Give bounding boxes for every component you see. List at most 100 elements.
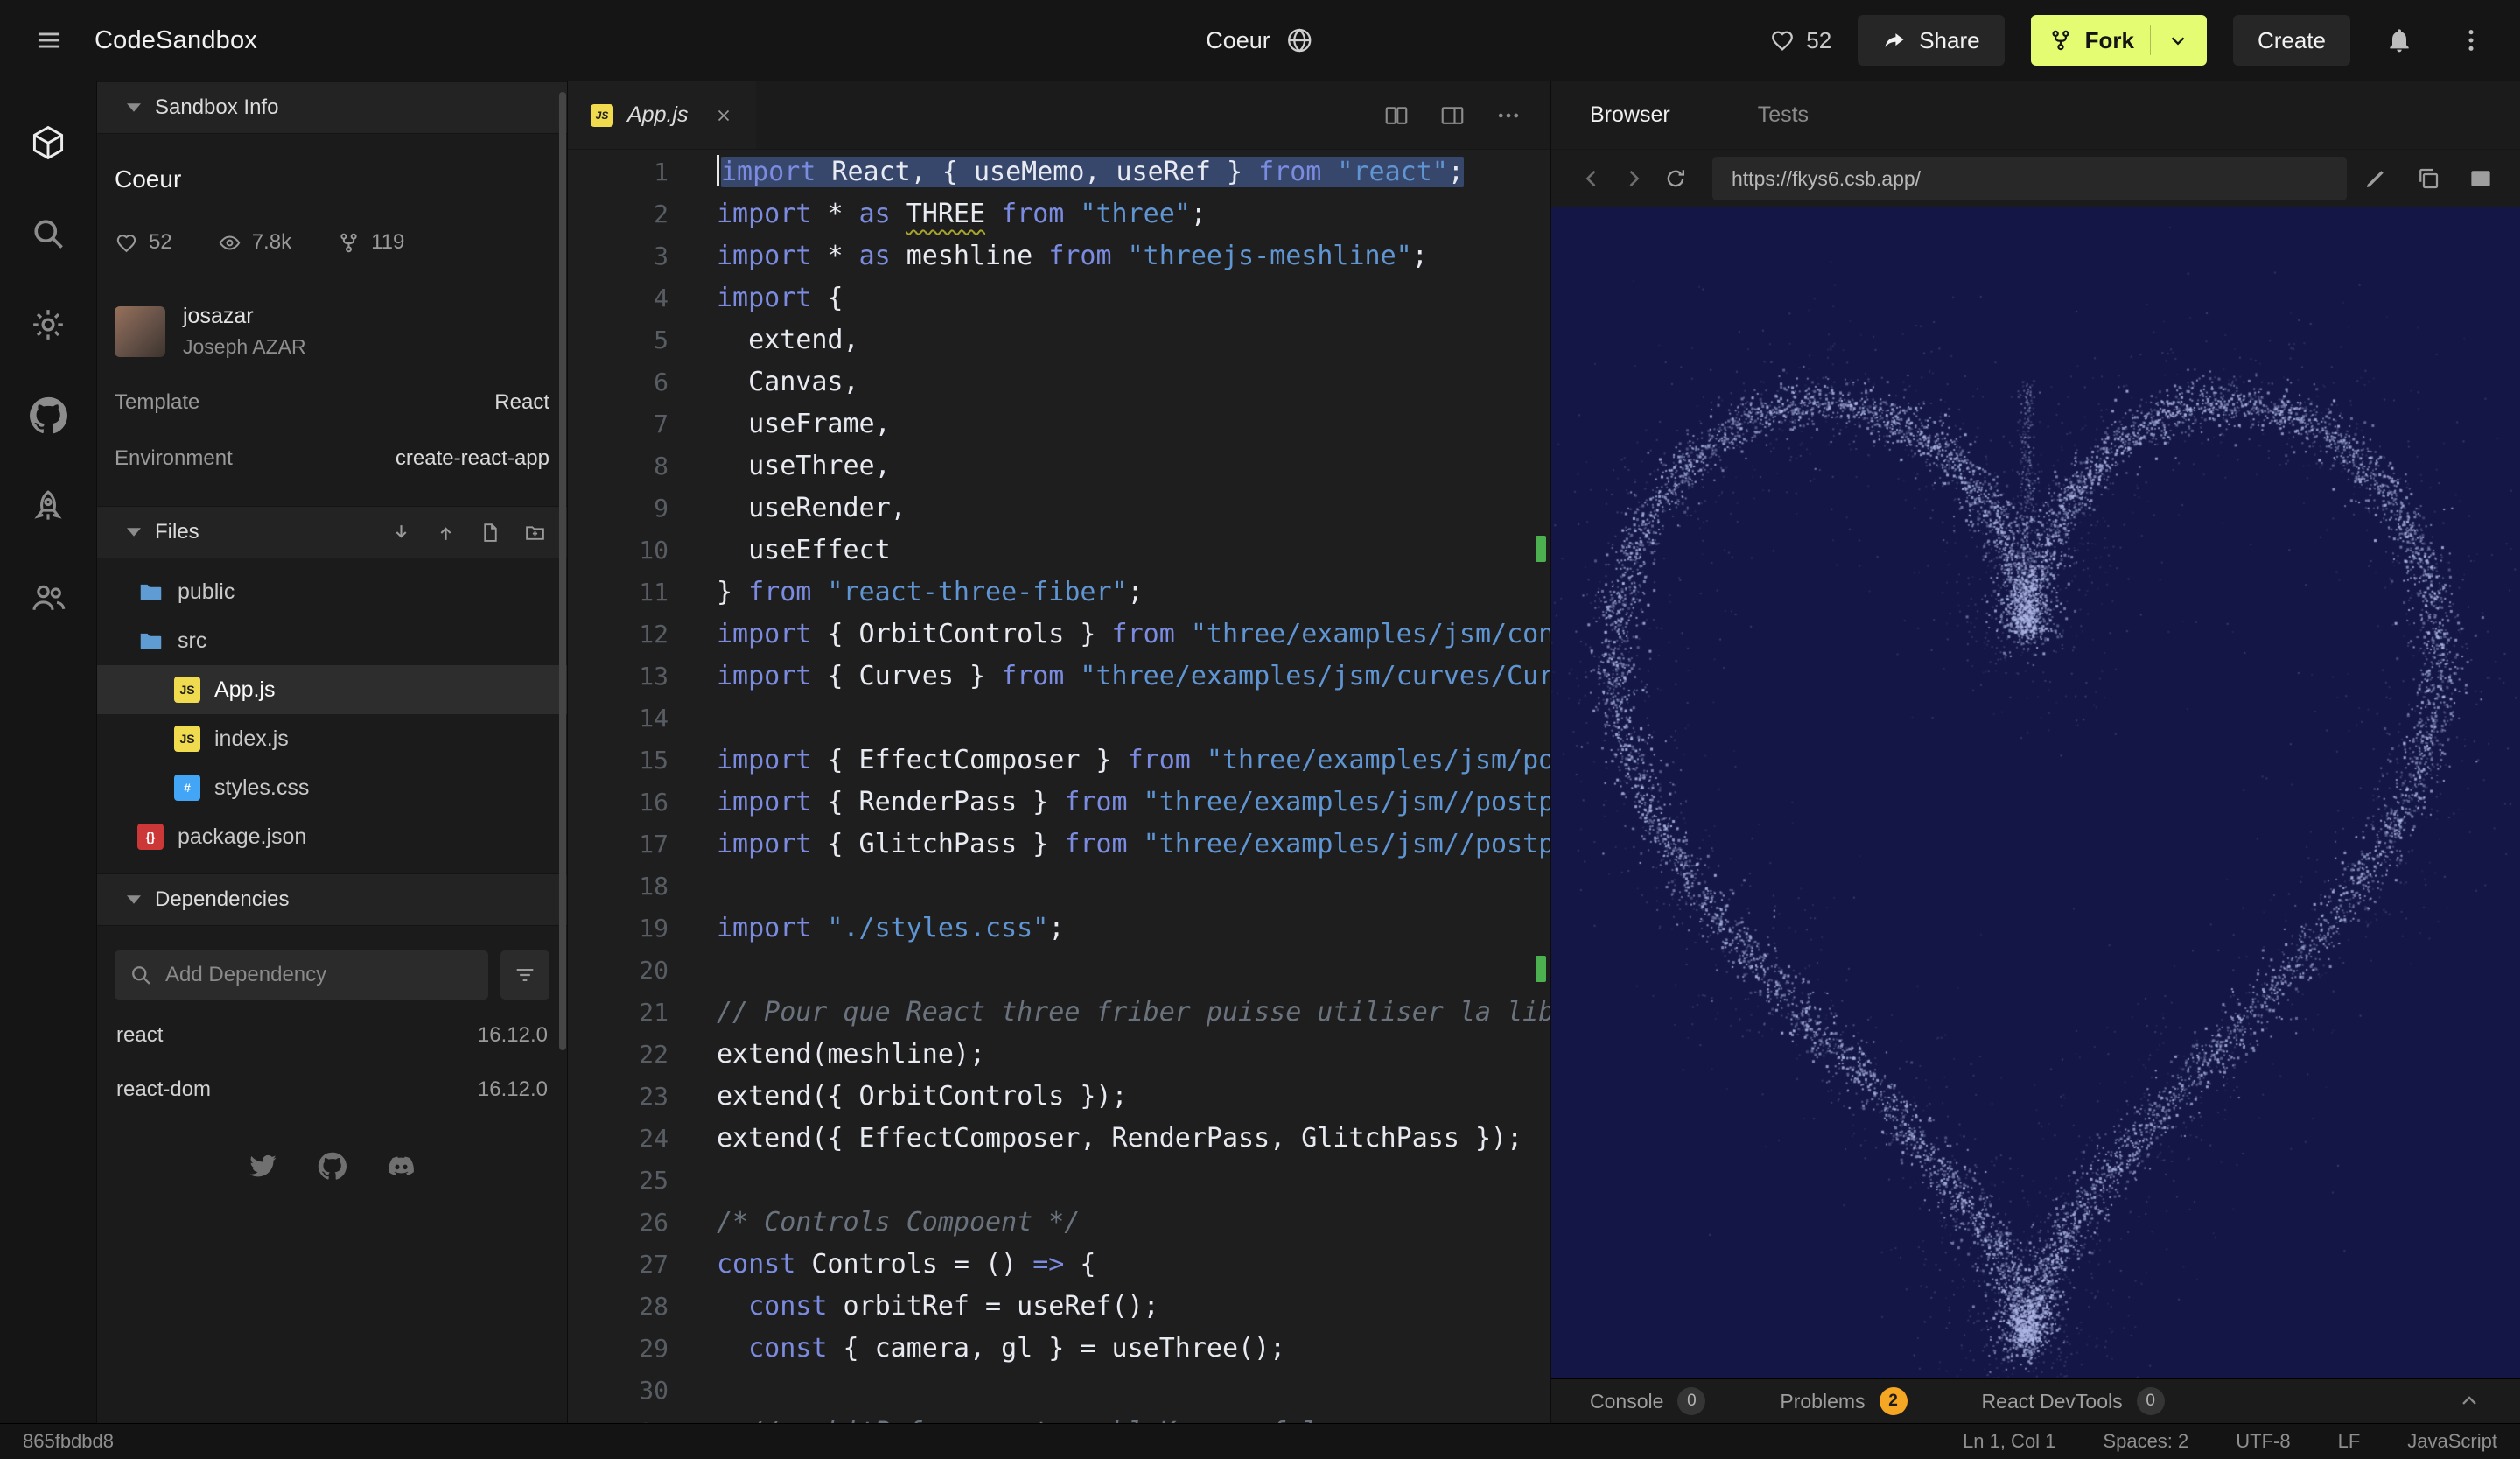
line-text[interactable]	[717, 866, 1550, 908]
code-line[interactable]: 3 import * as meshline from "threejs-mesh…	[568, 235, 1550, 277]
line-text[interactable]: import "./styles.css";	[717, 908, 1550, 950]
line-text[interactable]: useThree,	[717, 445, 1550, 488]
status-item[interactable]: LF	[2338, 1430, 2361, 1453]
menu-button[interactable]	[26, 18, 72, 63]
status-item[interactable]: UTF-8	[2236, 1430, 2290, 1453]
code-line[interactable]: 20	[568, 950, 1550, 992]
code-line[interactable]: 21 // Pour que React three friber puisse …	[568, 992, 1550, 1034]
ellipsis-menu-icon[interactable]	[1495, 102, 1522, 129]
discord-icon[interactable]	[387, 1152, 416, 1181]
preview-canvas[interactable]	[1551, 207, 2520, 1378]
code-line[interactable]: 15 import { EffectComposer } from "three/…	[568, 740, 1550, 782]
code-line[interactable]: 23 extend({ OrbitControls });	[568, 1076, 1550, 1118]
line-text[interactable]: import * as THREE from "three";	[717, 193, 1550, 235]
duplicate-icon[interactable]	[2415, 165, 2441, 192]
line-text[interactable]: import {	[717, 277, 1550, 319]
status-item[interactable]: JavaScript	[2407, 1430, 2497, 1453]
rail-sandbox-button[interactable]	[0, 97, 96, 188]
line-text[interactable]: import { OrbitControls } from "three/exa…	[717, 614, 1550, 656]
file-item-package-json[interactable]: {} package.json	[97, 812, 567, 861]
line-text[interactable]: extend({ EffectComposer, RenderPass, Gli…	[717, 1118, 1550, 1160]
line-text[interactable]	[717, 698, 1550, 740]
line-text[interactable]: const { camera, gl } = useThree();	[717, 1328, 1550, 1370]
line-text[interactable]: } from "react-three-fiber";	[717, 572, 1550, 614]
code-line[interactable]: 28 const orbitRef = useRef();	[568, 1286, 1550, 1328]
rail-search-button[interactable]	[0, 188, 96, 279]
devtools-tab-console[interactable]: Console 0	[1590, 1387, 1706, 1415]
line-text[interactable]: // orbitRef.current.enableKeys = false;	[717, 1412, 1550, 1423]
line-text[interactable]: useEffect	[717, 530, 1550, 572]
tab-tests[interactable]: Tests	[1758, 102, 1809, 128]
dependency-list-button[interactable]	[500, 950, 550, 1000]
code-line[interactable]: 17 import { GlitchPass } from "three/exam…	[568, 824, 1550, 866]
rail-settings-button[interactable]	[0, 279, 96, 370]
new-file-icon[interactable]	[480, 522, 501, 544]
code-line[interactable]: 27 const Controls = () => {	[568, 1244, 1550, 1286]
author-block[interactable]: josazar Joseph AZAR	[115, 304, 550, 359]
twitter-icon[interactable]	[248, 1152, 277, 1181]
code-line[interactable]: 8 useThree,	[568, 445, 1550, 488]
line-text[interactable]: Canvas,	[717, 361, 1550, 403]
add-dependency-input[interactable]	[115, 950, 488, 1000]
line-text[interactable]: useFrame,	[717, 403, 1550, 445]
line-text[interactable]: import { GlitchPass } from "three/exampl…	[717, 824, 1550, 866]
code-line[interactable]: 30	[568, 1370, 1550, 1412]
line-text[interactable]: import { Curves } from "three/examples/j…	[717, 656, 1550, 698]
code-line[interactable]: 14	[568, 698, 1550, 740]
dependency-row-react-dom[interactable]: react-dom 16.12.0	[97, 1063, 567, 1117]
screwdriver-icon[interactable]	[2362, 165, 2389, 192]
dependency-row-react[interactable]: react 16.12.0	[97, 1008, 567, 1063]
tab-browser[interactable]: Browser	[1590, 102, 1670, 128]
code-line[interactable]: 4 import {	[568, 277, 1550, 319]
new-folder-icon[interactable]	[524, 522, 546, 544]
code-line[interactable]: 7 useFrame,	[568, 403, 1550, 445]
code-line[interactable]: 18	[568, 866, 1550, 908]
line-text[interactable]: import { RenderPass } from "three/exampl…	[717, 782, 1550, 824]
devtools-tab-problems[interactable]: Problems 2	[1780, 1387, 1908, 1415]
create-button[interactable]: Create	[2232, 15, 2350, 66]
rail-github-button[interactable]	[0, 370, 96, 461]
status-item[interactable]: Spaces: 2	[2103, 1430, 2188, 1453]
code-line[interactable]: 29 const { camera, gl } = useThree();	[568, 1328, 1550, 1370]
file-item-public[interactable]: public	[97, 567, 567, 616]
tab-app-js[interactable]: JS App.js	[568, 81, 757, 149]
code-line[interactable]: 24 extend({ EffectComposer, RenderPass, G…	[568, 1118, 1550, 1160]
code-line[interactable]: 31 // orbitRef.current.enableKeys = fals…	[568, 1412, 1550, 1423]
line-text[interactable]: extend(meshline);	[717, 1034, 1550, 1076]
export-icon[interactable]	[435, 522, 457, 544]
close-tab-button[interactable]	[714, 106, 733, 125]
more-options-button[interactable]	[2448, 18, 2494, 63]
notifications-button[interactable]	[2376, 18, 2422, 63]
github-icon[interactable]	[318, 1152, 346, 1181]
code-line[interactable]: 16 import { RenderPass } from "three/exam…	[568, 782, 1550, 824]
code-line[interactable]: 6 Canvas,	[568, 361, 1550, 403]
forward-button[interactable]	[1613, 158, 1655, 200]
url-bar[interactable]: https://fkys6.csb.app/	[1712, 157, 2347, 200]
code-line[interactable]: 25	[568, 1160, 1550, 1202]
code-line[interactable]: 11} from "react-three-fiber";	[568, 572, 1550, 614]
line-text[interactable]: // Pour que React three friber puisse ut…	[717, 992, 1550, 1034]
code-line[interactable]: 12 import { OrbitControls } from "three/e…	[568, 614, 1550, 656]
files-header[interactable]: Files	[97, 506, 567, 558]
code-line[interactable]: 10 useEffect	[568, 530, 1550, 572]
share-button[interactable]: Share	[1858, 15, 2005, 66]
code-line[interactable]: 19 import "./styles.css";	[568, 908, 1550, 950]
likes-indicator[interactable]: 52	[1769, 27, 1831, 54]
devtools-tab-react-devtools[interactable]: React DevTools 0	[1982, 1387, 2165, 1415]
status-item[interactable]: Ln 1, Col 1	[1963, 1430, 2055, 1453]
line-text[interactable]	[717, 950, 1550, 992]
line-text[interactable]: import { EffectComposer } from "three/ex…	[717, 740, 1550, 782]
sidebar-scrollbar-thumb[interactable]	[559, 92, 566, 1050]
line-text[interactable]: const Controls = () => {	[717, 1244, 1550, 1286]
sandbox-info-header[interactable]: Sandbox Info	[97, 81, 567, 134]
code-editor[interactable]: 1 import React, { useMemo, useRef } from …	[568, 150, 1550, 1423]
expand-devtools-button[interactable]	[2457, 1389, 2482, 1413]
line-text[interactable]: extend,	[717, 319, 1550, 361]
line-text[interactable]: extend({ OrbitControls });	[717, 1076, 1550, 1118]
line-text[interactable]	[717, 1370, 1550, 1412]
rail-deploy-button[interactable]	[0, 461, 96, 552]
line-text[interactable]: import * as meshline from "threejs-meshl…	[717, 235, 1550, 277]
line-text[interactable]: const orbitRef = useRef();	[717, 1286, 1550, 1328]
line-text[interactable]: /* Controls Compoent */	[717, 1202, 1550, 1244]
file-item-src[interactable]: src	[97, 616, 567, 665]
